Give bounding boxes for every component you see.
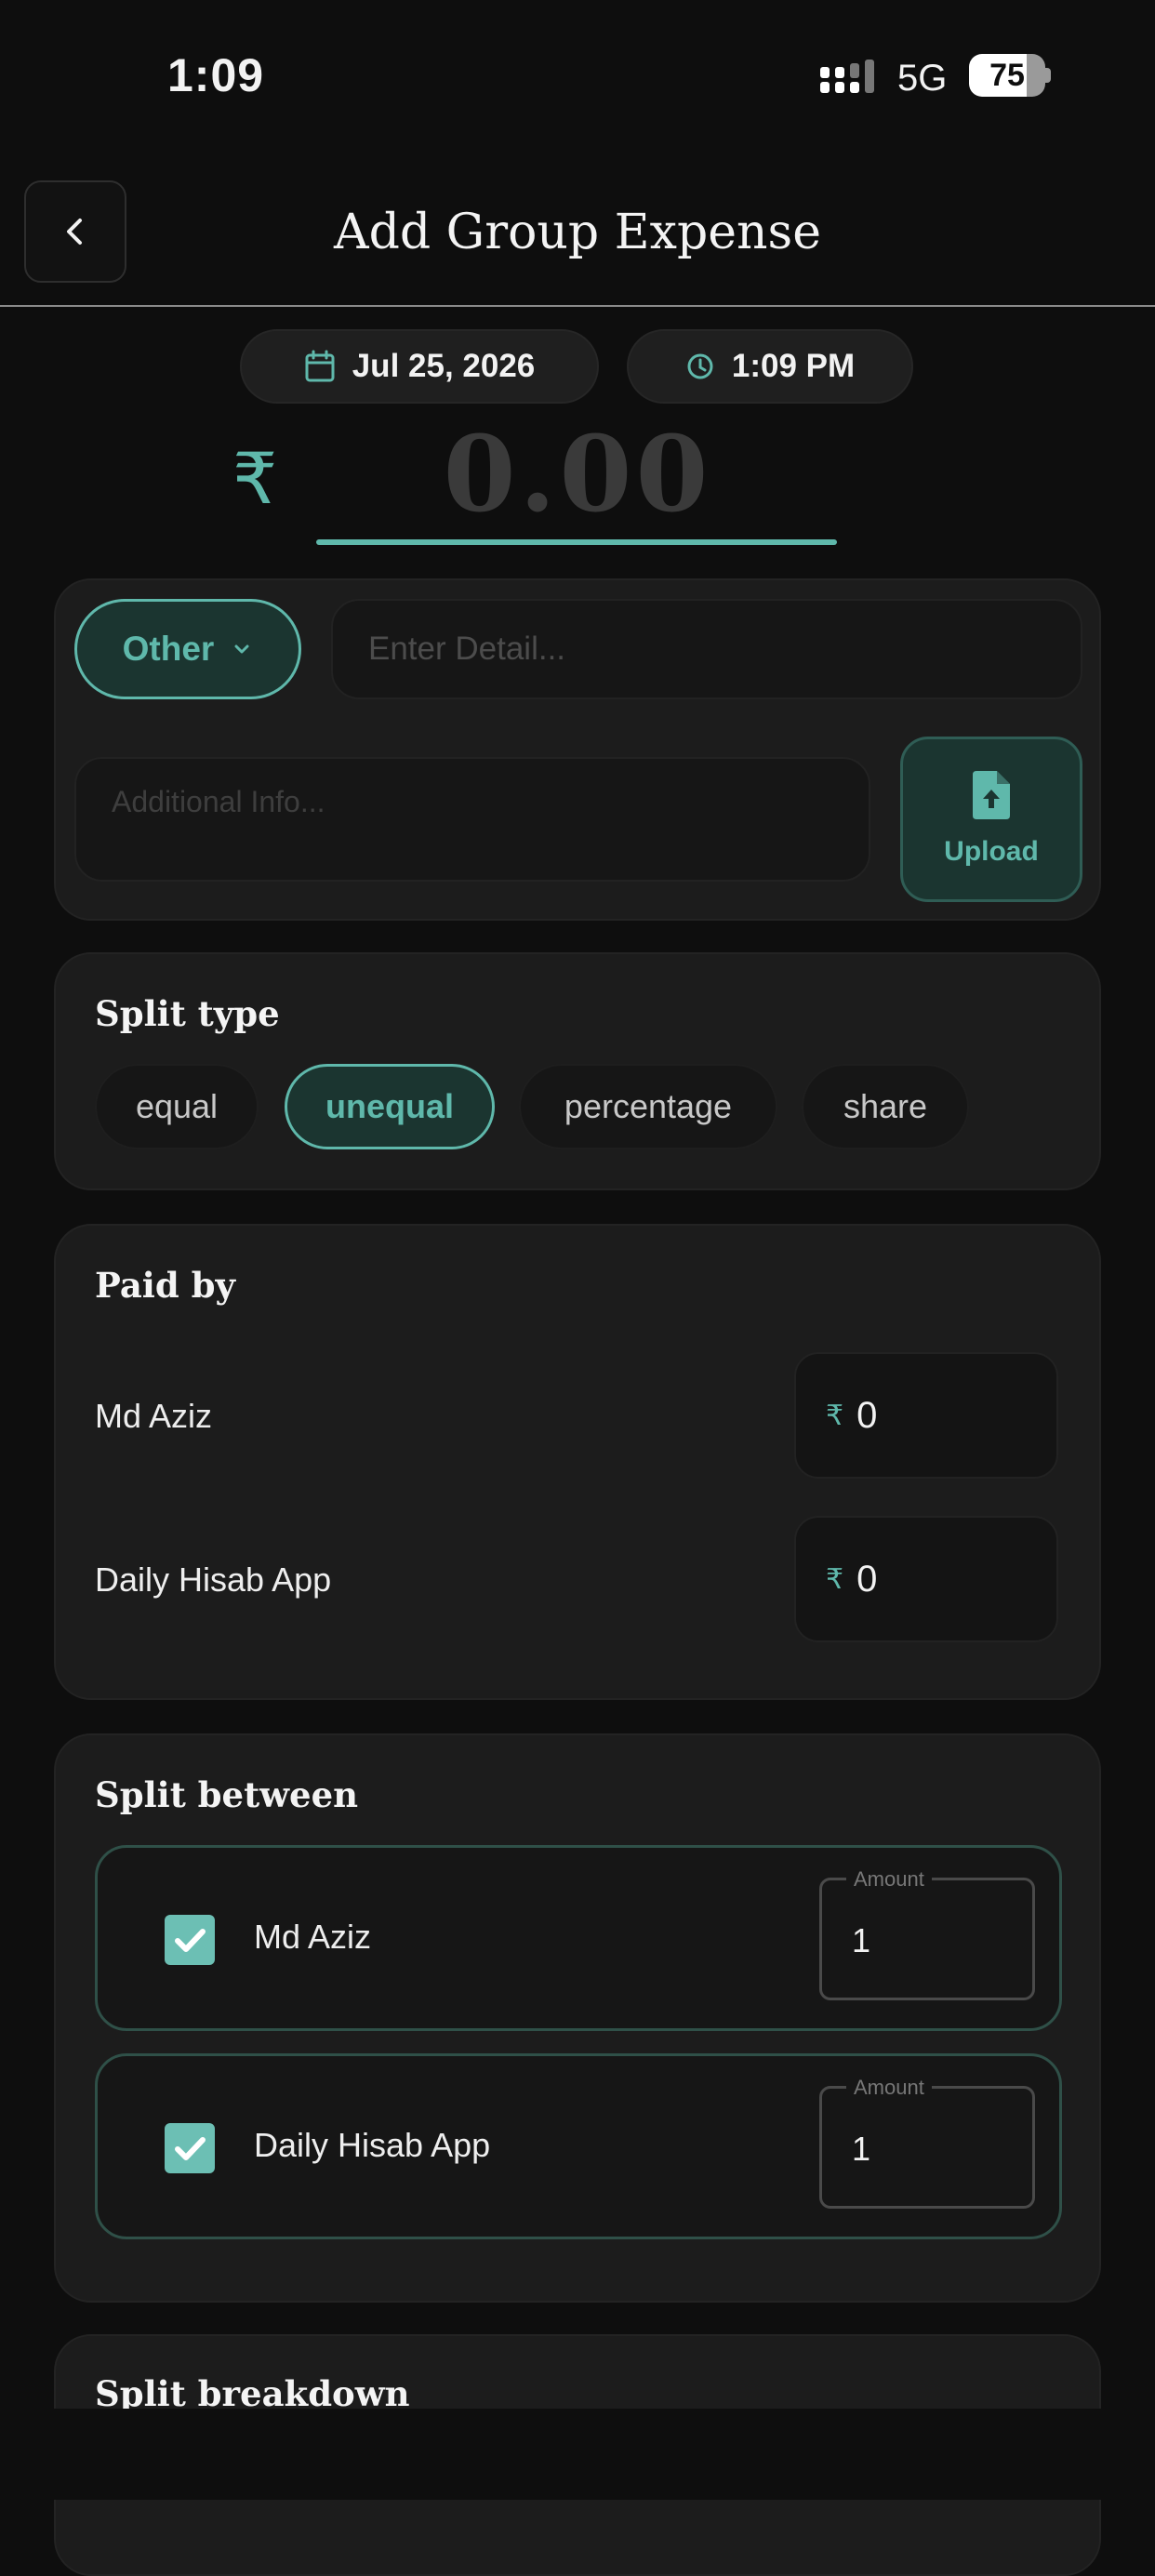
details-card: Other Enter Detail... Additional Info...… xyxy=(54,578,1101,921)
split-option-equal[interactable]: equal xyxy=(95,1064,259,1149)
bottom-safe-area xyxy=(0,2409,1155,2500)
upload-button[interactable]: Upload xyxy=(900,737,1082,902)
network-label: 5G xyxy=(897,58,948,99)
calendar-icon xyxy=(305,350,335,382)
payer-amount-input[interactable]: ₹ 0 xyxy=(794,1352,1058,1479)
split-option-unequal[interactable]: unequal xyxy=(285,1064,495,1149)
member-name: Daily Hisab App xyxy=(254,2126,491,2164)
member-amount-value: 1 xyxy=(852,2130,871,2168)
additional-info-input[interactable]: Additional Info... xyxy=(74,757,870,882)
detail-input[interactable]: Enter Detail... xyxy=(331,599,1082,699)
split-between-card: Split between Md Aziz Amount 1 Daily His… xyxy=(54,1733,1101,2303)
category-label: Other xyxy=(122,630,215,668)
split-type-card: Split type equal unequal percentage shar… xyxy=(54,952,1101,1190)
time-picker-button[interactable]: 1:09 PM xyxy=(627,329,913,404)
checkmark-icon xyxy=(175,1929,206,1952)
rupee-icon: ₹ xyxy=(826,1563,844,1595)
payer-amount-value: 0 xyxy=(856,1394,878,1436)
chevron-down-icon xyxy=(234,644,249,654)
status-time: 1:09 xyxy=(167,49,265,101)
payer-amount-value: 0 xyxy=(856,1558,878,1600)
paid-by-title: Paid by xyxy=(95,1265,235,1306)
battery-icon: 75 xyxy=(969,54,1051,97)
paid-by-card: Paid by Md Aziz ₹ 0 Daily Hisab App ₹ 0 xyxy=(54,1224,1101,1700)
signal-icon xyxy=(820,60,874,93)
payer-name: Daily Hisab App xyxy=(95,1560,332,1599)
clock-icon xyxy=(687,353,713,379)
split-type-title: Split type xyxy=(95,993,280,1034)
date-picker-button[interactable]: Jul 25, 2026 xyxy=(240,329,599,404)
split-option-percentage[interactable]: percentage xyxy=(519,1064,777,1149)
member-row[interactable]: Daily Hisab App Amount 1 xyxy=(95,2053,1062,2239)
payer-amount-input[interactable]: ₹ 0 xyxy=(794,1516,1058,1642)
status-bar: 1:09 5G 75 xyxy=(0,0,1155,149)
page-title: Add Group Expense xyxy=(334,205,821,260)
upload-label: Upload xyxy=(944,836,1039,867)
split-option-share[interactable]: share xyxy=(802,1064,969,1149)
rupee-icon: ₹ xyxy=(826,1400,844,1431)
currency-symbol: ₹ xyxy=(232,440,278,519)
checkmark-icon xyxy=(175,2137,206,2160)
app-header: Add Group Expense xyxy=(0,177,1155,307)
member-name: Md Aziz xyxy=(254,1918,372,1956)
amount-label: Amount xyxy=(846,1867,932,1892)
member-amount-value: 1 xyxy=(852,1921,871,1959)
member-amount-input[interactable]: Amount 1 xyxy=(819,1867,1035,2000)
amount-input[interactable]: 0.00 xyxy=(318,414,837,546)
member-amount-input[interactable]: Amount 1 xyxy=(819,2076,1035,2209)
category-dropdown[interactable]: Other xyxy=(74,599,301,699)
amount-underline xyxy=(316,539,837,545)
file-upload-icon xyxy=(973,771,1010,819)
time-label: 1:09 PM xyxy=(731,348,856,384)
battery-percent: 75 xyxy=(989,58,1025,93)
member-row[interactable]: Md Aziz Amount 1 xyxy=(95,1845,1062,2031)
date-label: Jul 25, 2026 xyxy=(352,348,536,384)
member-checkbox[interactable] xyxy=(165,2123,215,2173)
amount-label: Amount xyxy=(846,2076,932,2100)
split-between-title: Split between xyxy=(95,1774,359,1815)
payer-name: Md Aziz xyxy=(95,1397,213,1435)
member-checkbox[interactable] xyxy=(165,1915,215,1965)
